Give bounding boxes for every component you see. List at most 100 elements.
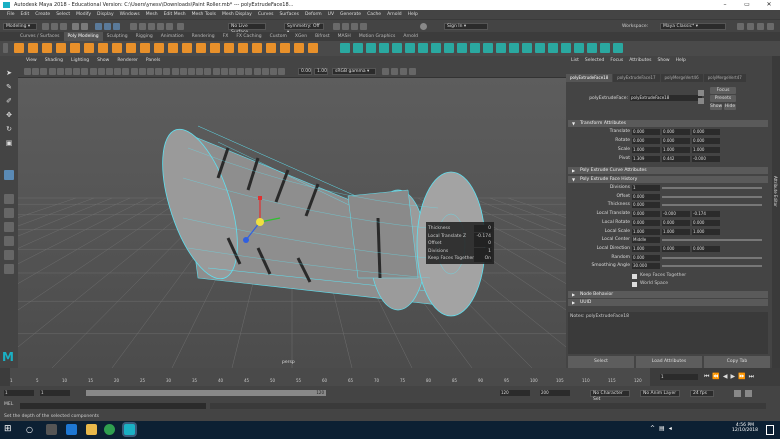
layout-uv-icon[interactable] (4, 250, 14, 260)
mode-dropdown[interactable]: Modeling ▾ (3, 23, 37, 30)
menu-modify[interactable]: Modify (73, 10, 94, 19)
auto-key-icon[interactable] (734, 390, 741, 397)
shelf-tool-icon[interactable] (561, 43, 571, 53)
step-forward-icon[interactable]: ⏩ (738, 373, 745, 381)
keep-faces-together-checkbox[interactable] (632, 274, 637, 279)
viewport-tool-icon[interactable] (48, 68, 56, 75)
viewport-tool-icon[interactable] (147, 68, 154, 75)
shelf-tool-icon[interactable] (405, 43, 415, 53)
ae-menu-help[interactable]: Help (673, 56, 689, 66)
viewport-tool-icon[interactable] (212, 68, 220, 75)
workspace-dropdown[interactable]: Maya Classic* ▾ (660, 23, 726, 30)
four-view-icon[interactable] (4, 194, 14, 204)
viewport-tool-icon[interactable] (179, 68, 187, 75)
shelf-tool-icon[interactable] (340, 43, 350, 53)
step-back-icon[interactable]: ⏪ (712, 373, 719, 381)
section-transform-attributes[interactable]: ▼ Transform Attributes (568, 120, 768, 127)
shelf-tool-icon[interactable] (366, 43, 376, 53)
section-uuid[interactable]: ▶ UUID (568, 299, 768, 306)
shelf-tool-icon[interactable] (535, 43, 545, 53)
far-clip-field[interactable]: 1.00 (314, 68, 328, 75)
menu-create[interactable]: Create (32, 10, 53, 19)
shelf-tool-icon[interactable] (600, 43, 610, 53)
menu-curves[interactable]: Curves (255, 10, 277, 19)
shelf-tab[interactable]: FX (219, 32, 233, 41)
attr-field[interactable]: 0.000 (632, 193, 660, 200)
shelf-tool-icon[interactable] (280, 43, 290, 53)
ae-bottom-button[interactable]: Load Attributes (636, 356, 702, 368)
shelf-tool-icon[interactable] (294, 43, 304, 53)
menu-cache[interactable]: Cache (364, 10, 384, 19)
attr-field[interactable]: 0.000 (692, 245, 720, 252)
shelf-tab[interactable]: Arnold (399, 32, 422, 41)
menu-arnold[interactable]: Arnold (384, 10, 405, 19)
shelf-tool-icon[interactable] (182, 43, 192, 53)
viewport-tool-icon[interactable] (204, 68, 212, 75)
menu-help[interactable]: Help (405, 10, 421, 19)
edge-icon[interactable] (66, 424, 77, 435)
shelf-tool-icon[interactable] (613, 43, 623, 53)
viewport-tool-icon[interactable] (122, 68, 130, 75)
viewport-menu-renderer[interactable]: Renderer (113, 56, 142, 66)
shelf-tool-icon[interactable] (112, 43, 122, 53)
range-bar[interactable]: 120 (86, 390, 326, 396)
notes-area[interactable]: Notes: polyExtrudeFace18 (568, 312, 768, 354)
attr-field[interactable]: 0.000 (692, 138, 720, 144)
attribute-editor-side-tab[interactable]: Attribute Editor (773, 176, 778, 207)
maya-taskbar-icon[interactable] (124, 424, 135, 435)
viewport-tool-icon[interactable] (220, 68, 228, 75)
viewport-tool-icon[interactable] (229, 68, 236, 75)
menu-generate[interactable]: Generate (337, 10, 364, 19)
viewport-tool-icon[interactable] (400, 68, 407, 75)
notifications-icon[interactable] (766, 425, 774, 435)
close-icon[interactable]: ✕ (758, 0, 780, 10)
viewport-tool-icon[interactable] (171, 68, 179, 75)
shelf-tab[interactable]: Animation (157, 32, 188, 41)
viewport-menu-shading[interactable]: Shading (41, 56, 67, 66)
shelf-tool-icon[interactable] (210, 43, 220, 53)
viewport-tool-icon[interactable] (56, 68, 64, 75)
network-icon[interactable]: ▤ (659, 425, 665, 432)
command-lang-label[interactable]: MEL (4, 402, 13, 407)
colorspace-dropdown[interactable]: sRGB gamma ▾ (332, 68, 376, 75)
shelf-tool-icon[interactable] (14, 43, 24, 53)
viewport-tool-icon[interactable] (237, 68, 245, 75)
viewport-tool-icon[interactable] (261, 68, 269, 75)
menu-file[interactable]: File (4, 10, 18, 19)
shelf-tool-icon[interactable] (56, 43, 66, 53)
shelf-tool-icon[interactable] (379, 43, 389, 53)
attr-field[interactable]: 1.309 (632, 156, 660, 162)
attr-field[interactable]: 0.000 (632, 219, 660, 226)
attr-field[interactable]: 30.000 (632, 263, 660, 270)
attr-slider[interactable] (662, 256, 762, 259)
viewport-tool-icon[interactable] (382, 68, 389, 75)
shelf-tool-icon[interactable] (496, 43, 506, 53)
attr-field[interactable]: 1.000 (632, 245, 660, 252)
layout-persp-graph-icon[interactable] (4, 222, 14, 232)
viewport-tool-icon[interactable] (73, 68, 81, 75)
shelf-tab[interactable]: Custom (266, 32, 291, 41)
redo-icon[interactable] (81, 23, 88, 30)
minimize-icon[interactable]: – (714, 0, 736, 10)
layout-custom-icon[interactable] (4, 264, 14, 274)
attr-field[interactable]: 0.442 (662, 156, 690, 162)
shelf-tool-icon[interactable] (308, 43, 318, 53)
viewport-tool-icon[interactable] (32, 68, 40, 75)
viewport-tool-icon[interactable] (89, 68, 97, 75)
shelf-tool-icon[interactable] (392, 43, 402, 53)
shelf-tab[interactable]: Motion Graphics (355, 32, 400, 41)
viewport-menu-view[interactable]: View (22, 56, 41, 66)
viewport-tool-icon[interactable] (138, 68, 146, 75)
sign-in-dropdown[interactable]: Sign In ▾ (444, 23, 488, 30)
shelf-tab[interactable]: Poly Modeling (63, 32, 103, 41)
ae-menu-selected[interactable]: Selected (582, 56, 608, 66)
task-view-icon[interactable] (46, 424, 57, 435)
menu-edit-mesh[interactable]: Edit Mesh (161, 10, 189, 19)
character-set-dropdown[interactable]: No Character Set (590, 390, 630, 402)
live-surface-dropdown[interactable]: No Live Surface (228, 23, 266, 35)
section-extrude-history[interactable]: ▼ Poly Extrude Face History (568, 176, 768, 183)
viewport-tool-icon[interactable] (245, 68, 253, 75)
menu-display[interactable]: Display (94, 10, 117, 19)
shelf-tool-icon[interactable] (457, 43, 467, 53)
attr-field[interactable]: 0.000 (662, 129, 690, 135)
